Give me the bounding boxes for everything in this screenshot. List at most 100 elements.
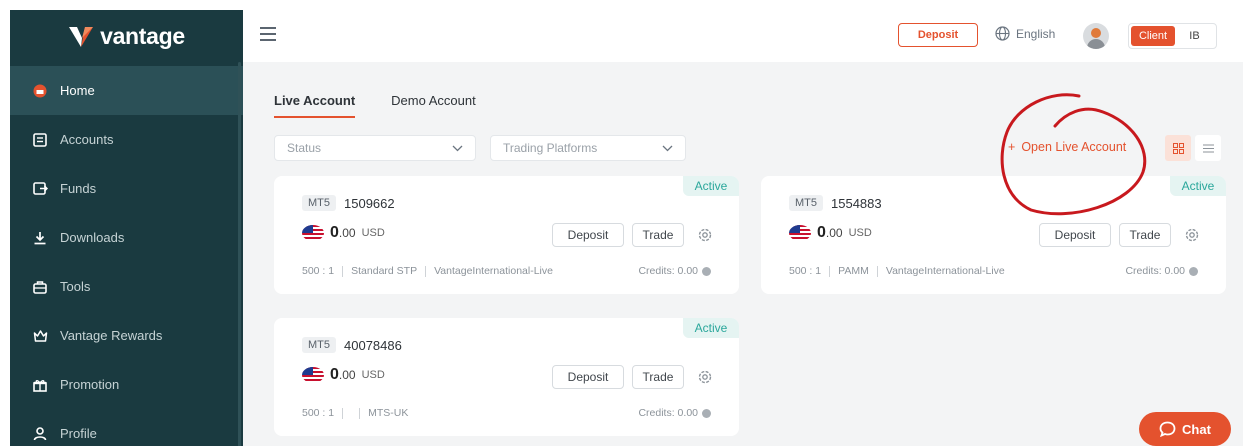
account-details: 500 : 1 MTS-UK Credits: 0.00 <box>302 407 711 419</box>
account-card: Active MT5 1554883 0 .00 USD Deposit Tra… <box>761 176 1226 294</box>
account-type: Standard STP <box>351 265 418 277</box>
vantage-v-logo-icon <box>69 27 94 47</box>
open-live-account-link[interactable]: + Open Live Account <box>1008 140 1126 154</box>
gift-icon <box>32 377 48 393</box>
us-flag-icon <box>302 225 324 241</box>
grid-icon <box>1172 142 1184 154</box>
deposit-button[interactable]: Deposit <box>1039 223 1111 247</box>
platform-tag: MT5 <box>302 195 336 211</box>
info-icon[interactable] <box>702 408 711 418</box>
info-icon[interactable] <box>702 266 711 276</box>
sidebar-item-downloads[interactable]: Downloads <box>10 213 243 262</box>
trade-button[interactable]: Trade <box>1119 223 1171 247</box>
sidebar-item-label: Tools <box>60 279 91 294</box>
language-label: English <box>1016 26 1056 41</box>
language-selector[interactable]: English <box>995 26 1055 41</box>
trade-button[interactable]: Trade <box>632 365 684 389</box>
open-live-account-label: Open Live Account <box>1021 140 1127 154</box>
deposit-button[interactable]: Deposit <box>552 365 624 389</box>
sidebar-item-profile[interactable]: Profile <box>10 409 243 446</box>
balance-integer: 0 <box>330 224 339 241</box>
trading-platforms-filter[interactable]: Trading Platforms <box>490 135 686 161</box>
account-header: MT5 40078486 <box>302 337 402 353</box>
tab-demo-account[interactable]: Demo Account <box>391 93 476 118</box>
rewards-icon <box>32 328 48 344</box>
sidebar-item-promotion[interactable]: Promotion <box>10 360 243 409</box>
sidebar-item-home[interactable]: Home <box>10 66 243 115</box>
sidebar-item-label: Promotion <box>60 377 120 392</box>
list-icon <box>1202 144 1214 152</box>
account-details: 500 : 1 Standard STP VantageInternationa… <box>302 265 711 277</box>
platforms-filter-label: Trading Platforms <box>503 141 598 155</box>
credits-label: Credits: 0.00 <box>638 265 698 277</box>
sidebar-scrollbar[interactable] <box>238 62 241 446</box>
status-badge: Active <box>683 176 739 196</box>
chat-label: Chat <box>1182 421 1211 437</box>
server-name: VantageInternational-Live <box>434 265 553 277</box>
chat-button[interactable]: Chat <box>1139 412 1231 446</box>
chevron-down-icon <box>662 145 673 151</box>
grid-view-button[interactable] <box>1165 135 1191 161</box>
home-icon <box>32 83 48 99</box>
platform-tag: MT5 <box>789 195 823 211</box>
balance-decimal: .00 <box>338 368 356 382</box>
platform-tag: MT5 <box>302 337 336 353</box>
role-ib-button[interactable]: IB <box>1175 30 1214 42</box>
brand-name: vantage <box>100 22 185 49</box>
profile-icon <box>32 426 48 442</box>
menu-toggle-icon[interactable] <box>260 27 276 41</box>
sidebar-item-funds[interactable]: Funds <box>10 164 243 213</box>
sidebar-item-tools[interactable]: Tools <box>10 262 243 311</box>
credits-label: Credits: 0.00 <box>1125 265 1185 277</box>
sidebar-item-label: Vantage Rewards <box>60 328 163 343</box>
us-flag-icon <box>789 225 811 241</box>
list-view-button[interactable] <box>1195 135 1221 161</box>
account-tabs: Live Account Demo Account <box>274 93 476 118</box>
account-header: MT5 1554883 <box>789 195 882 211</box>
trade-button[interactable]: Trade <box>632 223 684 247</box>
sidebar-item-label: Home <box>60 83 95 98</box>
leverage: 500 : 1 <box>789 265 822 277</box>
account-header: MT5 1509662 <box>302 195 395 211</box>
account-card: Active MT5 1509662 0 .00 USD Deposit Tra… <box>274 176 739 294</box>
sidebar-item-label: Profile <box>60 426 97 441</box>
leverage: 500 : 1 <box>302 265 335 277</box>
account-card: Active MT5 40078486 0 .00 USD Deposit Tr… <box>274 318 739 436</box>
role-toggle: Client IB <box>1128 23 1217 49</box>
account-type: PAMM <box>838 265 869 277</box>
sidebar-item-label: Accounts <box>60 132 114 147</box>
sidebar-item-accounts[interactable]: Accounts <box>10 115 243 164</box>
credits: Credits: 0.00 <box>1125 265 1198 277</box>
balance-currency: USD <box>361 227 385 239</box>
balance-currency: USD <box>361 369 385 381</box>
sidebar-item-vantage-rewards[interactable]: Vantage Rewards <box>10 311 243 360</box>
tools-icon <box>32 279 48 295</box>
account-balance: 0 .00 USD <box>302 366 385 384</box>
status-badge: Active <box>683 318 739 338</box>
account-balance: 0 .00 USD <box>302 224 385 242</box>
gear-icon[interactable] <box>697 369 713 385</box>
balance-integer: 0 <box>330 366 339 383</box>
gear-icon[interactable] <box>1184 227 1200 243</box>
app-root: vantage Home Accounts Funds Downloads To… <box>0 0 1253 446</box>
funds-icon <box>32 181 48 197</box>
avatar[interactable] <box>1083 23 1109 49</box>
chevron-down-icon <box>452 145 463 151</box>
brand-logo[interactable]: vantage <box>10 10 243 62</box>
credits: Credits: 0.00 <box>638 265 711 277</box>
credits: Credits: 0.00 <box>638 407 711 419</box>
deposit-button[interactable]: Deposit <box>552 223 624 247</box>
info-icon[interactable] <box>1189 266 1198 276</box>
tab-live-account[interactable]: Live Account <box>274 93 356 118</box>
account-details: 500 : 1 PAMM VantageInternational-Live C… <box>789 265 1198 277</box>
chat-bubble-icon <box>1159 421 1176 437</box>
gear-icon[interactable] <box>697 227 713 243</box>
status-filter[interactable]: Status <box>274 135 476 161</box>
top-bar: Deposit English Client IB <box>243 10 1243 62</box>
sidebar: vantage Home Accounts Funds Downloads To… <box>10 10 243 446</box>
us-flag-icon <box>302 367 324 383</box>
globe-icon <box>995 26 1010 41</box>
role-client-button[interactable]: Client <box>1131 26 1175 46</box>
top-deposit-button[interactable]: Deposit <box>898 23 978 47</box>
leverage: 500 : 1 <box>302 407 335 419</box>
